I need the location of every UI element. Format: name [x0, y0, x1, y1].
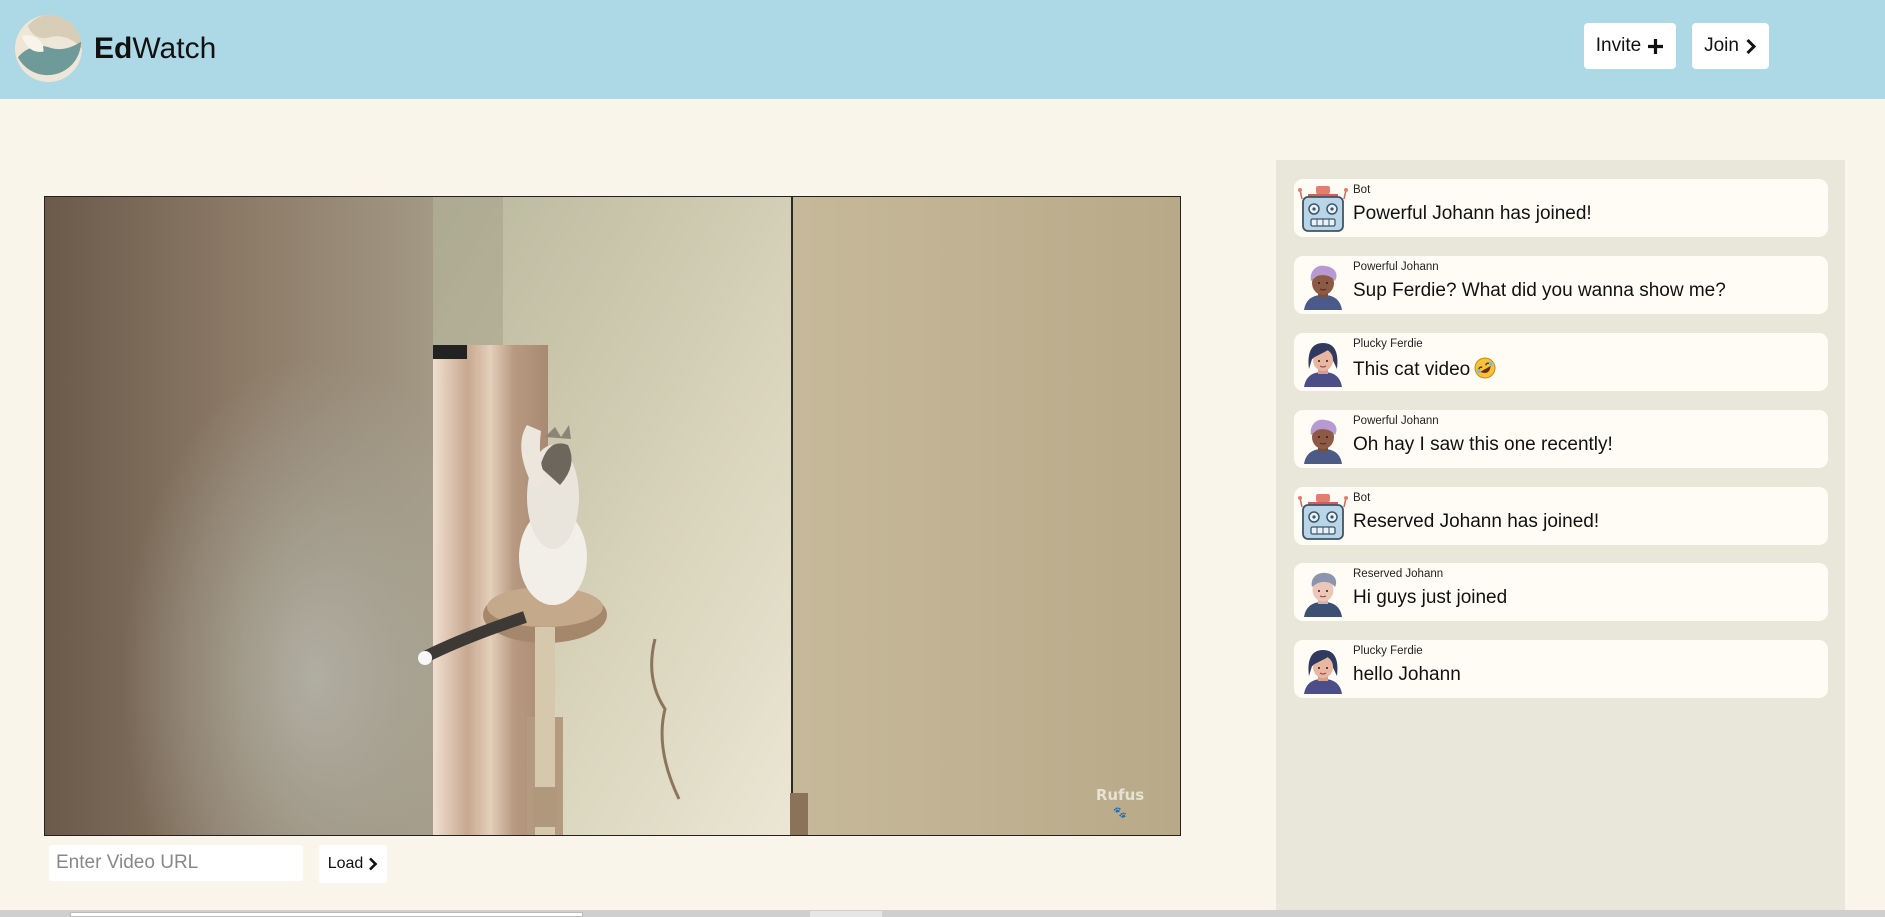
message-text: hello Johann [1353, 664, 1461, 685]
chat-message: Powerful Johann Sup Ferdie? What did you… [1294, 256, 1828, 314]
message-author: Powerful Johann [1353, 415, 1439, 427]
load-button[interactable]: Load [319, 845, 387, 883]
video-url-input[interactable] [49, 845, 303, 881]
load-button-label: Load [327, 855, 364, 872]
person-avatar-dark-hair [1298, 646, 1348, 694]
brand-title-rest: Watch [132, 32, 217, 65]
message-text: Sup Ferdie? What did you wanna show me? [1353, 280, 1726, 301]
chevron-right-icon [369, 857, 378, 871]
person-avatar-purple-hair [1298, 416, 1348, 464]
message-text: Hi guys just joined [1353, 587, 1508, 608]
message-text: Oh hay I saw this one recently! [1353, 434, 1613, 455]
top-header: EdWatch Invite Join [0, 0, 1885, 99]
paw-icon: 🐾 [1113, 806, 1127, 819]
plus-icon [1648, 38, 1664, 54]
rolling-on-floor-laughing-emoji [1474, 357, 1496, 379]
message-author: Plucky Ferdie [1353, 338, 1423, 350]
brand-title-bold: Ed [94, 32, 133, 65]
chat-message: Plucky Ferdie This cat video [1294, 333, 1828, 391]
chevron-right-icon [1746, 38, 1757, 54]
chat-message: Reserved Johann Hi guys just joined [1294, 563, 1828, 621]
chat-message: Bot Powerful Johann has joined! [1294, 179, 1828, 237]
message-text-with-emoji: This cat video [1353, 357, 1496, 381]
person-avatar-grey-hair [1298, 569, 1348, 617]
join-button[interactable]: Join [1692, 23, 1769, 69]
invite-button[interactable]: Invite [1584, 23, 1676, 69]
message-text: Powerful Johann has joined! [1353, 203, 1592, 224]
scrollbar-thumb[interactable] [70, 912, 583, 917]
message-author: Powerful Johann [1353, 261, 1439, 273]
person-avatar-dark-hair [1298, 339, 1348, 387]
chat-message: Plucky Ferdie hello Johann [1294, 640, 1828, 698]
brand-title: EdWatch [94, 32, 216, 66]
robot-avatar [1298, 185, 1348, 233]
message-author: Bot [1353, 184, 1371, 196]
robot-avatar [1298, 493, 1348, 541]
person-avatar-purple-hair [1298, 262, 1348, 310]
message-author: Bot [1353, 492, 1371, 504]
join-button-label: Join [1704, 35, 1739, 56]
message-text: This cat video [1353, 359, 1471, 380]
video-player[interactable]: Rufus 🐾 [44, 196, 1181, 836]
chat-message: Bot Reserved Johann has joined! [1294, 487, 1828, 545]
message-author: Reserved Johann [1353, 568, 1444, 580]
invite-button-label: Invite [1595, 35, 1642, 56]
video-frame: Rufus 🐾 [45, 197, 1180, 835]
edwatch-logo[interactable] [14, 14, 83, 83]
scrollbar-segment [810, 911, 882, 917]
chat-message: Powerful Johann Oh hay I saw this one re… [1294, 410, 1828, 468]
message-author: Plucky Ferdie [1353, 645, 1423, 657]
video-watermark: Rufus [1096, 786, 1144, 804]
message-text: Reserved Johann has joined! [1353, 511, 1600, 532]
chat-panel: Bot Powerful Johann has joined! Powerful… [1276, 160, 1845, 917]
